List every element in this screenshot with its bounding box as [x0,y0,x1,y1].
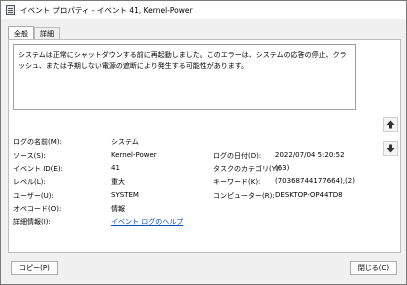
up-arrow-icon [386,120,395,129]
tab-general[interactable]: 全般 [8,26,34,40]
task-category-label: タスクのカテゴリ(Y): [213,165,282,173]
logged-value: 2022/07/04 5:20:52 [275,151,345,159]
event-log-help-link[interactable]: イベント ログのヘルプ [111,217,183,227]
log-name-value: システム [111,138,139,146]
event-message[interactable]: システムは正常にシャットダウンする前に再起動しました。このエラーは、システムの応… [13,44,356,110]
source-label: ソース(S): [13,152,46,160]
window-title: イベント プロパティ - イベント 41, Kernel-Power [20,5,193,15]
opcode-value: 情報 [111,205,125,213]
user-value: SYSTEM [111,191,139,199]
computer-label: コンピューター(R): [213,192,275,200]
more-info-label: 詳細情報(I): [13,218,51,226]
close-button[interactable]: 閉じる(C) [350,261,397,275]
event-id-label: イベント ID(E): [13,165,63,173]
event-viewer-icon [6,5,15,15]
level-value: 重大 [111,178,125,186]
logged-label: ログの日付(D): [213,152,262,160]
copy-button[interactable]: コピー(P) [11,261,58,275]
user-label: ユーザー(U): [13,192,54,200]
computer-value: DESKTOP-OP44TD8 [275,191,343,199]
log-name-label: ログの名前(M): [13,138,62,146]
previous-event-button[interactable] [383,117,398,132]
event-properties-window: イベント プロパティ - イベント 41, Kernel-Power 全般 詳細… [0,0,407,285]
task-category-value: (63) [275,164,290,172]
down-arrow-icon [386,144,395,153]
keywords-label: キーワード(K): [213,178,261,186]
title-bar[interactable]: イベント プロパティ - イベント 41, Kernel-Power [1,1,406,19]
next-event-button[interactable] [383,141,398,156]
opcode-label: オペコード(O): [13,205,62,213]
event-id-value: 41 [111,164,120,172]
level-label: レベル(L): [13,178,46,186]
source-value: Kernel-Power [111,151,157,159]
keywords-value: (70368744177664),(2) [275,177,355,185]
